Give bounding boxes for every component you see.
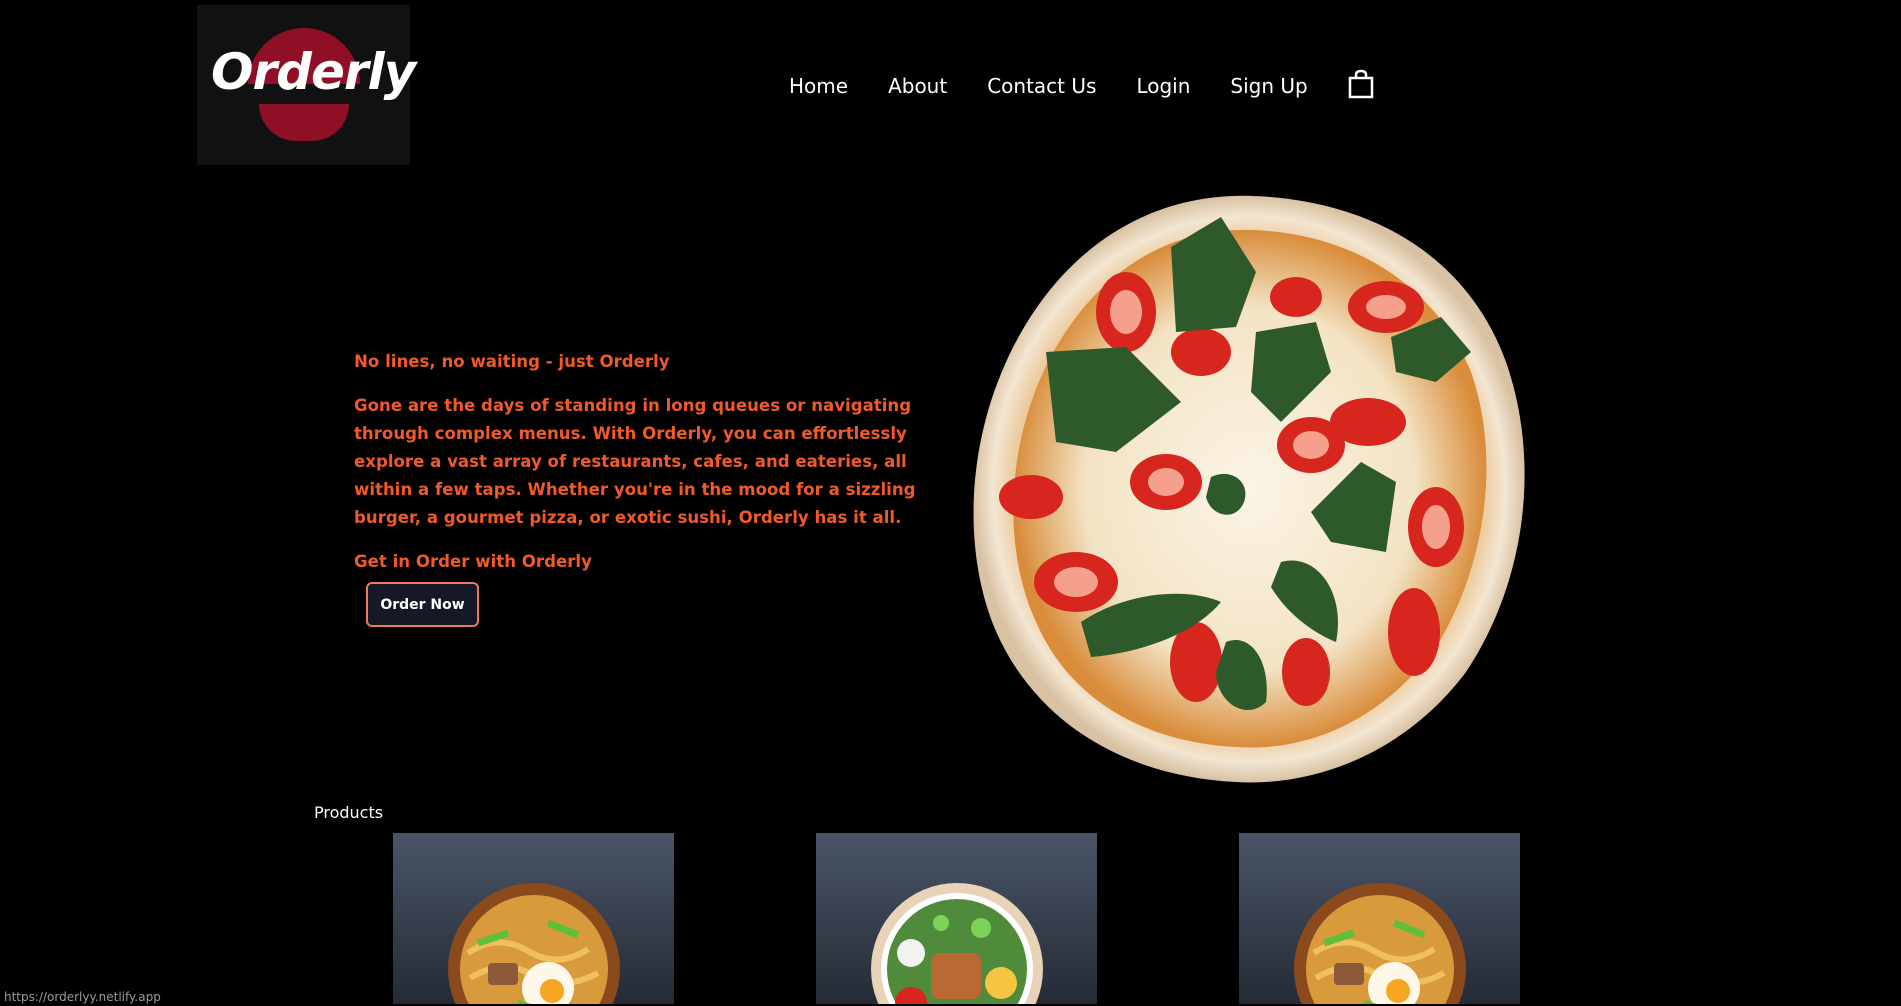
ramen-bowl-image (448, 883, 620, 1004)
status-bar-url: https://orderlyy.netlify.app (0, 988, 165, 1006)
product-card[interactable] (1239, 833, 1520, 1004)
nav-home[interactable]: Home (789, 74, 848, 98)
hero-text: No lines, no waiting - just Orderly Gone… (354, 348, 944, 592)
nav-sign-up[interactable]: Sign Up (1230, 74, 1307, 98)
logo-text: Orderly (211, 43, 416, 101)
ramen-bowl-image (1294, 883, 1466, 1004)
salad-bowl-image (871, 883, 1043, 1004)
logo[interactable]: Orderly (197, 5, 416, 165)
nav-login[interactable]: Login (1136, 74, 1190, 98)
page: Orderly Home About Contact Us Login Sign… (0, 0, 1901, 1006)
nav-about[interactable]: About (888, 74, 947, 98)
products-heading: Products (314, 803, 384, 822)
logo-shape-bottom (259, 104, 349, 141)
hero-body: Gone are the days of standing in long qu… (354, 396, 916, 527)
order-now-button[interactable]: Order Now (366, 582, 479, 627)
nav-contact-us[interactable]: Contact Us (987, 74, 1096, 98)
hero-tagline: No lines, no waiting - just Orderly (354, 352, 670, 371)
product-card[interactable] (816, 833, 1097, 1004)
hero-cta-text: Get in Order with Orderly (354, 552, 592, 571)
pizza-image (966, 192, 1540, 787)
main-nav: Home About Contact Us Login Sign Up (789, 69, 1374, 99)
shopping-bag-icon[interactable] (1348, 69, 1374, 99)
product-card[interactable] (393, 833, 674, 1004)
